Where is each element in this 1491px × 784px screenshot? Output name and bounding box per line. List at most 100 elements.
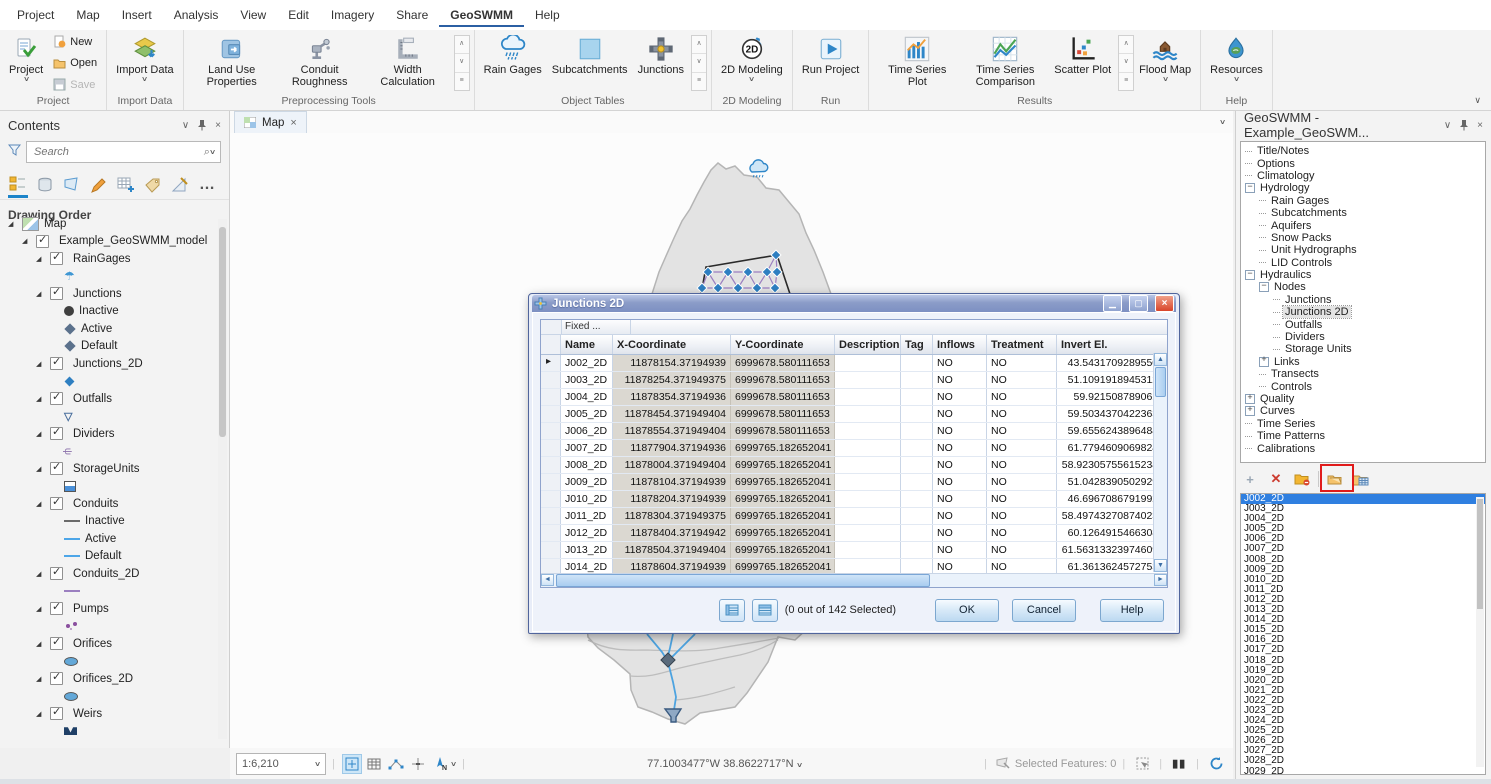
tab-list-chevron[interactable]: ∨	[1219, 118, 1226, 126]
contents-tree-item[interactable]: Conduits	[8, 495, 215, 513]
table-row[interactable]: J003_2D 11878254.371949375 6999678.58011…	[541, 372, 1167, 389]
table-row[interactable]: J014_2D 11878604.37194939 6999765.182652…	[541, 559, 1167, 574]
contents-tree-item[interactable]: Default	[8, 338, 215, 356]
table-row[interactable]: J006_2D 11878554.371949404 6999678.58011…	[541, 423, 1167, 440]
time-series-plot-button[interactable]: Time Series Plot	[873, 32, 961, 94]
open-button[interactable]: Open	[50, 56, 100, 71]
new-table-icon[interactable]	[116, 175, 136, 195]
geoswmm-tree-item[interactable]: Time Patterns	[1245, 430, 1485, 442]
select-by-rectangle-icon[interactable]	[1132, 754, 1152, 774]
geoswmm-tree-item[interactable]: Snow Packs	[1245, 232, 1485, 244]
scroll-left-arrow[interactable]: ◄	[541, 574, 554, 586]
object-list-item[interactable]: J017_2D	[1241, 645, 1485, 655]
table-row[interactable]: J008_2D 11878004.371949404 6999765.18265…	[541, 457, 1167, 474]
row-selector[interactable]	[541, 491, 561, 507]
contents-tree-item[interactable]: Weirs	[8, 705, 215, 723]
filter-icon[interactable]	[8, 143, 21, 161]
close-button[interactable]: ×	[1155, 295, 1174, 312]
layer-checkbox[interactable]	[50, 707, 63, 720]
geoswmm-tree-item[interactable]: LID Controls	[1245, 257, 1485, 269]
geoswmm-tree-item[interactable]: Curves	[1245, 405, 1485, 417]
row-selector[interactable]	[541, 474, 561, 490]
geoswmm-tree-item[interactable]: Links	[1245, 356, 1485, 368]
search-box[interactable]: ⌕ ∨	[26, 141, 221, 163]
pin-icon[interactable]	[1459, 119, 1469, 131]
contents-tree-item[interactable]	[8, 653, 215, 671]
resources-button[interactable]: Resources ∨	[1205, 32, 1268, 94]
col-name[interactable]: Name	[561, 335, 613, 354]
table-row[interactable]: J013_2D 11878504.371949404 6999765.18265…	[541, 542, 1167, 559]
attribute-table-icon[interactable]	[364, 754, 384, 774]
scroll-right-arrow[interactable]: ►	[1154, 574, 1167, 586]
col-description[interactable]: Description	[835, 335, 901, 354]
row-selector-header[interactable]	[541, 335, 561, 354]
tree-expand-box[interactable]	[1245, 394, 1255, 404]
save-button[interactable]: Save	[50, 77, 100, 92]
contents-tree-item[interactable]	[8, 688, 215, 706]
geoswmm-tree-item[interactable]: Options	[1245, 157, 1485, 169]
new-button[interactable]: New	[50, 34, 100, 49]
list-by-editing-icon[interactable]	[89, 175, 109, 195]
col-tag[interactable]: Tag	[901, 335, 933, 354]
col-treatment[interactable]: Treatment	[987, 335, 1057, 354]
row-selector[interactable]	[541, 389, 561, 405]
conduit-roughness-button[interactable]: Conduit Roughness	[276, 32, 364, 94]
remove-folder-button[interactable]	[1292, 470, 1312, 488]
menu-tab[interactable]: Help	[524, 3, 571, 27]
contents-tree-item[interactable]: Dividers	[8, 425, 215, 443]
tree-expand-box[interactable]	[1245, 183, 1255, 193]
expand-arrow-icon[interactable]	[36, 290, 45, 298]
geoswmm-tree-item[interactable]: Calibrations	[1245, 442, 1485, 454]
time-series-comparison-button[interactable]: Time Series Comparison	[961, 32, 1049, 94]
contents-tree-item[interactable]	[8, 583, 215, 601]
expand-arrow-icon[interactable]	[36, 465, 45, 473]
row-selector[interactable]	[541, 508, 561, 524]
close-icon[interactable]: ×	[1477, 120, 1483, 131]
scroll-thumb[interactable]	[556, 574, 930, 587]
row-selector[interactable]	[541, 457, 561, 473]
selection-tool-icon[interactable]	[994, 754, 1014, 774]
table-row[interactable]: J010_2D 11878204.37194939 6999765.182652…	[541, 491, 1167, 508]
help-button[interactable]: Help	[1100, 599, 1164, 622]
tree-expand-box[interactable]	[1245, 406, 1255, 416]
delete-object-button[interactable]: ✕	[1266, 470, 1286, 488]
menu-tab[interactable]: View	[229, 3, 277, 27]
2d-modeling-button[interactable]: 2D 2D Modeling ∨	[716, 32, 788, 94]
contents-tree-item[interactable]	[8, 618, 215, 636]
expand-arrow-icon[interactable]	[36, 605, 45, 613]
group-scroll-spinner[interactable]: ∧∨≡	[454, 35, 470, 91]
expand-arrow-icon[interactable]	[36, 710, 45, 718]
table-row[interactable]: J012_2D 11878404.37194942 6999765.182652…	[541, 525, 1167, 542]
land-use-properties-button[interactable]: Land Use Properties	[188, 32, 276, 94]
contents-tree-item[interactable]	[8, 723, 215, 741]
tree-expand-box[interactable]	[1259, 357, 1269, 367]
table-row[interactable]: J002_2D 11878154.37194939 6999678.580111…	[541, 355, 1167, 372]
row-selector[interactable]	[541, 559, 561, 574]
scroll-thumb[interactable]	[1155, 367, 1166, 397]
junctions-button[interactable]: Junctions	[633, 32, 689, 94]
show-selected-records-button[interactable]	[752, 599, 778, 622]
add-object-button[interactable]: +	[1240, 470, 1260, 488]
contents-tree-item[interactable]: StorageUnits	[8, 460, 215, 478]
panel-options-chevron[interactable]: ∨	[182, 120, 189, 131]
labeling-icon[interactable]	[143, 175, 163, 195]
layer-checkbox[interactable]	[50, 427, 63, 440]
expand-arrow-icon[interactable]	[36, 360, 45, 368]
object-list-scrollbar[interactable]	[1476, 497, 1484, 767]
contents-scrollbar[interactable]	[218, 219, 227, 739]
menu-tab[interactable]: Analysis	[163, 3, 230, 27]
contents-tree-item[interactable]	[8, 478, 215, 496]
contents-tree-item[interactable]: RainGages	[8, 250, 215, 268]
maximize-button[interactable]: ▢	[1129, 295, 1148, 312]
ribbon-collapse-chevron[interactable]: ∨	[1474, 95, 1481, 106]
expand-arrow-icon[interactable]	[36, 500, 45, 508]
expand-arrow-icon[interactable]	[36, 395, 45, 403]
chevron-down-icon[interactable]: ∨	[209, 148, 216, 156]
contents-tree-item[interactable]: Junctions_2D	[8, 355, 215, 373]
geoswmm-tree-item[interactable]: Unit Hydrographs	[1245, 244, 1485, 256]
geoswmm-tree-item[interactable]: Quality	[1245, 393, 1485, 405]
contents-tree-item[interactable]: Active	[8, 530, 215, 548]
row-selector[interactable]	[541, 406, 561, 422]
project-button[interactable]: Project ∨	[4, 32, 48, 94]
geoswmm-tree-item[interactable]: Outfalls	[1245, 318, 1485, 330]
